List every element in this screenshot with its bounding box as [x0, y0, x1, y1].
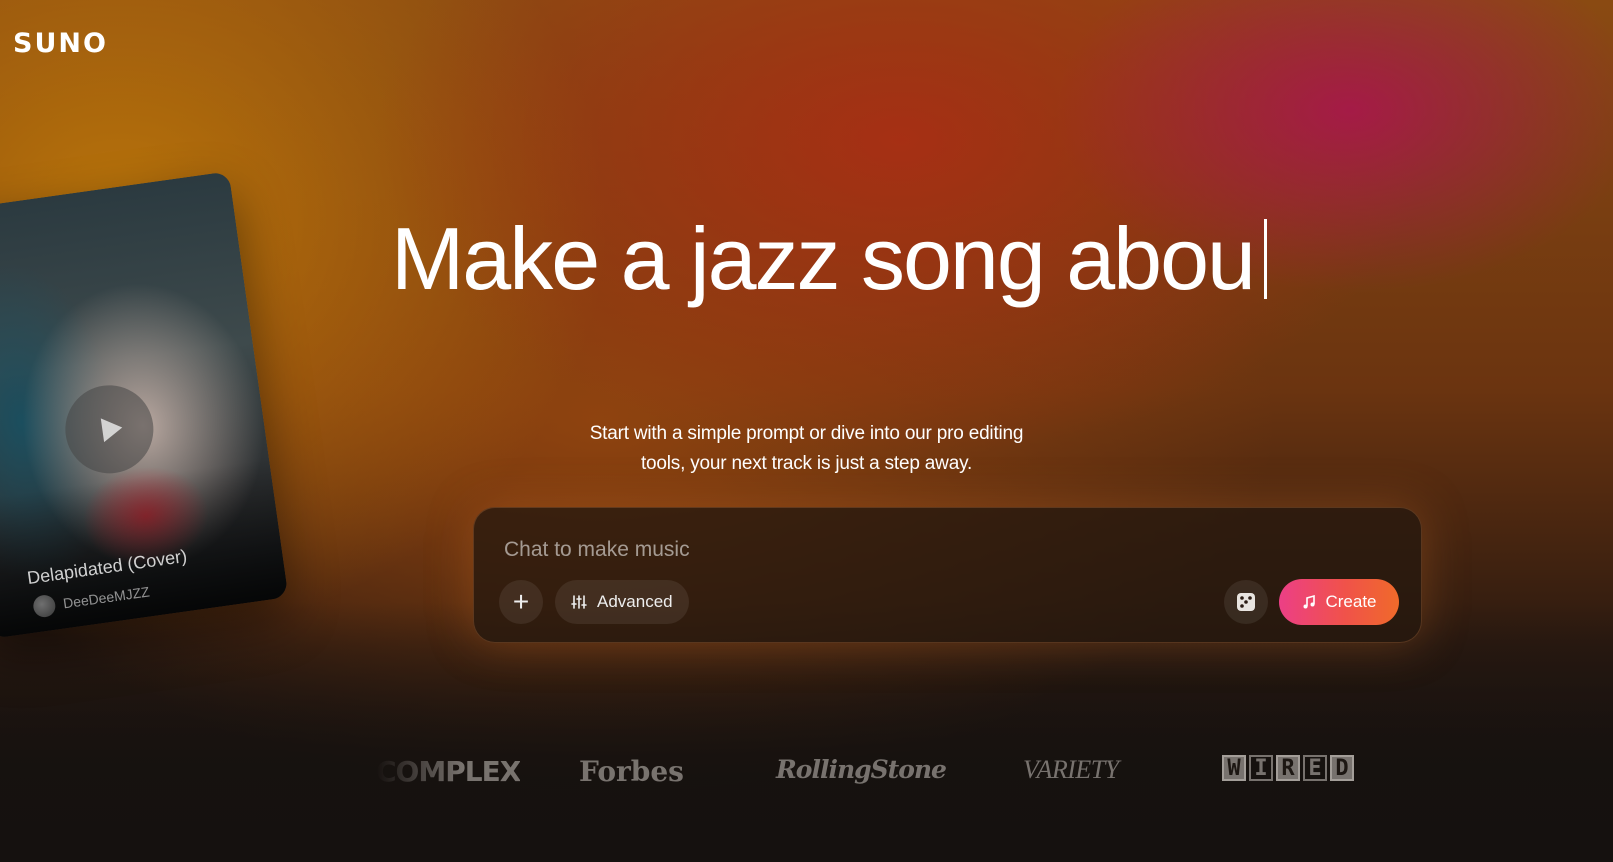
random-prompt-button[interactable] — [1224, 580, 1268, 624]
music-note-icon — [1303, 594, 1316, 609]
advanced-label: Advanced — [597, 592, 673, 611]
wired-letter: R — [1276, 755, 1300, 781]
variety-logo: VARIETY — [1023, 755, 1119, 784]
chat-prompt-input[interactable] — [502, 532, 1386, 568]
add-button[interactable]: + — [499, 580, 543, 624]
wired-letter: W — [1222, 755, 1246, 781]
forbes-logo: Forbes — [579, 755, 684, 788]
rollingstone-logo: RollingStone — [776, 755, 947, 784]
hero-subtitle: Start with a simple prompt or dive into … — [0, 419, 1613, 479]
text-caret — [1264, 219, 1267, 299]
wired-letter: I — [1249, 755, 1273, 781]
wired-letter: D — [1330, 755, 1354, 781]
create-button[interactable]: Create — [1279, 579, 1399, 625]
music-prompt-composer: + Advanced — [473, 507, 1422, 643]
advanced-button[interactable]: Advanced — [555, 580, 689, 624]
complex-logo: COMPLEX — [376, 755, 521, 788]
suno-logo[interactable]: SUNO — [13, 28, 108, 59]
sliders-icon — [571, 595, 587, 609]
subtitle-line-1: Start with a simple prompt or dive into … — [589, 423, 1024, 444]
plus-icon: + — [512, 586, 530, 617]
dice-icon — [1237, 593, 1255, 611]
hero-headline: Make a jazz song abou — [0, 208, 1613, 310]
wired-logo: W I R E D — [1222, 755, 1354, 781]
headline-text: Make a jazz song abou — [390, 209, 1256, 308]
press-logos: COMPLEX Forbes RollingStone VARIETY W I … — [0, 755, 1613, 795]
wired-letter: E — [1303, 755, 1327, 781]
landing-page: SUNO Delapidated (Cover) DeeDeeMJZZ Make… — [0, 0, 1613, 862]
avatar — [31, 593, 57, 619]
create-label: Create — [1325, 592, 1377, 611]
subtitle-line-2: tools, your next track is just a step aw… — [640, 453, 973, 474]
